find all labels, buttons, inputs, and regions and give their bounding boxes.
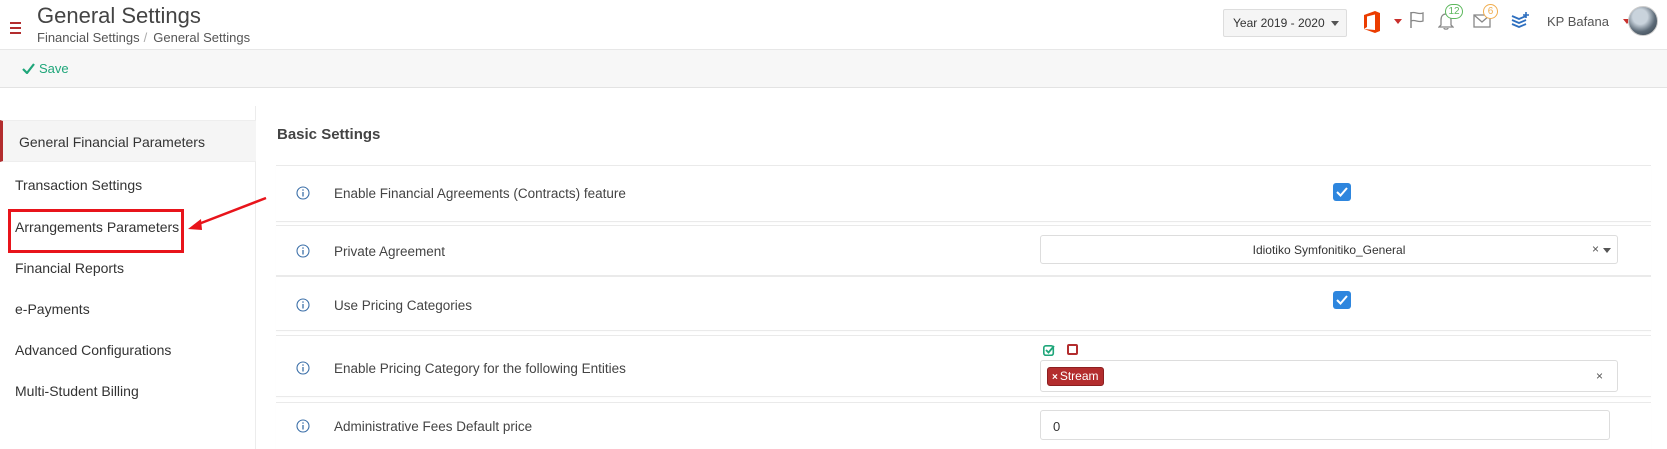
checkmark-icon	[1336, 295, 1348, 305]
tag-label: Stream	[1059, 369, 1099, 383]
office-apps-icon[interactable]	[1362, 11, 1382, 36]
sidebar-item-label: Transaction Settings	[15, 177, 143, 193]
notifications-badge: 12	[1445, 4, 1463, 19]
setting-label: Enable Pricing Category for the followin…	[334, 361, 626, 376]
private-agreement-select[interactable]: Idiotiko Symfonitiko_General ×	[1040, 235, 1618, 264]
year-select-value: Year 2019 - 2020	[1233, 16, 1325, 30]
sidebar-item-multi-student-billing[interactable]: Multi-Student Billing	[0, 370, 256, 412]
section-title: Basic Settings	[277, 126, 381, 143]
financial-agreements-checkbox[interactable]	[1333, 183, 1351, 201]
setting-label: Private Agreement	[334, 244, 446, 259]
sidebar-item-label: General Financial Parameters	[19, 134, 205, 150]
info-icon[interactable]	[296, 361, 310, 375]
sidebar-item-label: Multi-Student Billing	[15, 383, 139, 399]
setting-row-administrative-fees: Administrative Fees Default price 0	[276, 402, 1651, 449]
checkmark-icon	[22, 63, 35, 74]
entities-tag-input[interactable]: × Stream ×	[1040, 360, 1618, 392]
info-icon[interactable]	[296, 298, 310, 312]
info-icon[interactable]	[296, 419, 310, 433]
avatar[interactable]	[1628, 6, 1658, 36]
checkmark-icon	[1336, 187, 1348, 197]
setting-label: Use Pricing Categories	[334, 298, 473, 313]
info-icon[interactable]	[296, 244, 310, 258]
sidebar-item-label: e-Payments	[15, 301, 90, 317]
setting-row-use-pricing-categories: Use Pricing Categories	[276, 276, 1651, 331]
tag-remove-icon[interactable]: ×	[1052, 372, 1058, 383]
deselect-all-icon[interactable]	[1067, 344, 1078, 355]
office-dropdown-icon[interactable]	[1394, 19, 1402, 24]
chevron-down-icon[interactable]	[1603, 248, 1611, 253]
hamburger-menu-icon[interactable]	[10, 22, 21, 37]
messages-badge: 6	[1483, 4, 1498, 19]
sidebar-item-financial-reports[interactable]: Financial Reports	[0, 247, 256, 289]
page-title: General Settings	[37, 3, 201, 28]
breadcrumb-general-settings: General Settings	[153, 30, 251, 45]
setting-row-private-agreement: Private Agreement Idiotiko Symfonitiko_G…	[276, 225, 1651, 276]
sidebar-item-general-financial-parameters[interactable]: General Financial Parameters	[0, 120, 256, 162]
setting-row-financial-agreements: Enable Financial Agreements (Contracts) …	[276, 165, 1651, 222]
save-button[interactable]: Save	[22, 61, 69, 76]
action-toolbar: Save	[0, 50, 1667, 88]
year-select[interactable]: Year 2019 - 2020	[1223, 9, 1347, 37]
save-label: Save	[39, 61, 69, 76]
chevron-down-icon	[1330, 21, 1339, 27]
annotation-arrow-icon	[188, 196, 267, 230]
breadcrumb-separator: /	[143, 30, 148, 45]
sidebar-item-label: Advanced Configurations	[15, 342, 172, 358]
app-header: General Settings Financial Settings / Gene…	[0, 0, 1667, 50]
flag-icon[interactable]	[1409, 11, 1425, 32]
tag-stream: × Stream	[1047, 367, 1104, 386]
info-icon[interactable]	[296, 186, 310, 200]
setting-row-pricing-category-entities: Enable Pricing Category for the followin…	[276, 335, 1651, 397]
setting-label: Enable Financial Agreements (Contracts) …	[334, 186, 626, 201]
clear-selection-icon[interactable]: ×	[1592, 242, 1599, 256]
breadcrumb: Financial Settings / General Settings	[37, 30, 250, 45]
settings-sidebar: General Financial Parameters Transaction…	[0, 106, 256, 449]
select-all-icon[interactable]	[1043, 344, 1056, 356]
select-value: Idiotiko Symfonitiko_General	[1252, 243, 1406, 257]
setting-label: Administrative Fees Default price	[334, 419, 533, 434]
sidebar-item-label: Financial Reports	[15, 260, 124, 276]
breadcrumb-financial-settings[interactable]: Financial Settings	[37, 30, 140, 45]
use-pricing-categories-checkbox[interactable]	[1333, 291, 1351, 309]
administrative-fees-input[interactable]: 0	[1040, 410, 1610, 440]
annotation-highlight-box	[8, 209, 184, 253]
sidebar-item-e-payments[interactable]: e-Payments	[0, 288, 256, 330]
user-name[interactable]: KP Bafana	[1547, 14, 1609, 29]
clear-tags-icon[interactable]: ×	[1596, 369, 1603, 383]
sidebar-item-advanced-configurations[interactable]: Advanced Configurations	[0, 329, 256, 371]
layers-add-icon[interactable]	[1510, 12, 1530, 33]
